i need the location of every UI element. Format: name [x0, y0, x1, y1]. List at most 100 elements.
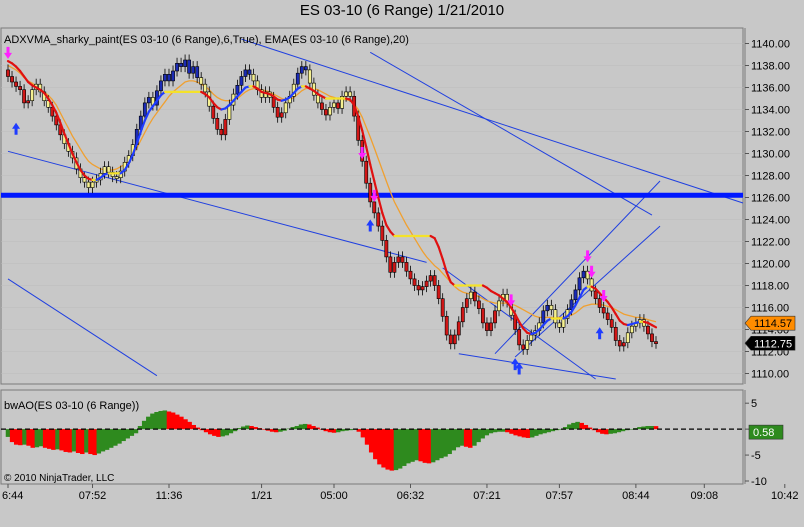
oscillator-bar	[410, 429, 415, 462]
price-bar	[271, 97, 276, 108]
oscillator-bar	[5, 429, 11, 437]
time-tick-label: 11:36	[156, 490, 183, 502]
oscillator-bar	[393, 429, 399, 471]
oscillator-bar	[121, 429, 126, 442]
oscillator-bar	[71, 429, 77, 452]
price-bar	[203, 83, 208, 93]
price-bar	[392, 262, 397, 273]
price-bar	[316, 94, 320, 104]
time-tick-label: 06:32	[397, 490, 425, 502]
oscillator-bar	[406, 429, 411, 464]
oscillator-bar	[377, 429, 382, 465]
price-bar	[521, 344, 526, 350]
oscillator-bar	[183, 419, 188, 430]
price-bar	[179, 62, 183, 67]
oscillator-bar	[509, 429, 514, 434]
price-bar	[460, 307, 465, 323]
price-marker-label: 1112.75	[754, 338, 792, 350]
price-bar	[183, 59, 187, 67]
chart-canvas[interactable]: 1140.00 1138.00 1136.00 1134.00 1132.00 1130.…	[0, 0, 804, 527]
price-bar	[444, 315, 449, 336]
price-bar	[456, 321, 461, 336]
price-bar	[593, 290, 598, 299]
price-bar	[307, 69, 312, 84]
oscillator-bar	[480, 429, 485, 439]
oscillator-bar	[521, 429, 527, 438]
price-bar	[400, 256, 405, 263]
oscillator-bar	[9, 429, 15, 443]
price-bar	[408, 270, 413, 280]
oscillator-bar	[104, 429, 110, 450]
price-bar	[348, 91, 353, 97]
price-bar	[497, 300, 501, 312]
price-bar	[573, 289, 578, 301]
time-tick-label: 07:52	[79, 490, 107, 502]
oscillator-bar	[401, 429, 407, 466]
price-bar	[404, 262, 409, 272]
price-bar	[485, 322, 489, 331]
price-bar	[380, 225, 385, 241]
price-bar	[26, 100, 31, 104]
oscillator-bar	[529, 429, 535, 438]
oscillator-bar	[100, 429, 106, 452]
oscillator-bar	[571, 422, 576, 430]
price-bar	[472, 291, 477, 302]
oscillator-bar	[608, 429, 613, 434]
oscillator-bar	[418, 429, 424, 462]
price-bar	[295, 72, 300, 85]
price-bar	[440, 298, 445, 317]
price-bar	[376, 212, 381, 227]
price-bar	[545, 304, 550, 312]
price-bar	[646, 325, 650, 335]
oscillator-bar	[51, 429, 56, 450]
oscillator-bar	[129, 429, 135, 436]
price-tick-label: 1116.00	[751, 303, 789, 315]
oscillator-bar	[484, 429, 490, 436]
price-indicator-label: ADXVMA_sharky_paint(ES 03-10 (6 Range),6…	[4, 34, 409, 46]
oscillator-bar	[125, 429, 130, 439]
oscillator-bar	[133, 429, 139, 434]
time-tick-label: 07:21	[473, 490, 501, 502]
price-bar	[251, 74, 256, 82]
time-tick-label: 6:44	[2, 490, 23, 502]
price-bar	[18, 86, 22, 91]
oscillator-bar	[42, 429, 48, 448]
oscillator-bar	[80, 429, 85, 455]
oscillator-bar	[476, 429, 481, 443]
price-tick-label: 1118.00	[751, 281, 789, 293]
price-bar	[146, 97, 151, 104]
oscillator-bar	[96, 429, 102, 454]
price-bar	[275, 107, 280, 118]
price-bar	[344, 91, 348, 97]
price-bar	[493, 310, 497, 324]
price-bar	[90, 181, 95, 188]
price-bar	[420, 286, 425, 291]
price-bar	[239, 76, 244, 86]
price-bar	[396, 256, 401, 263]
oscillator-bar	[360, 429, 366, 438]
oscillator-bar	[579, 422, 584, 430]
oscillator-bar	[472, 429, 477, 446]
oscillator-bar	[298, 424, 304, 430]
price-bar	[199, 77, 204, 85]
price-bar	[364, 160, 369, 184]
price-bar	[517, 329, 522, 346]
price-bar	[14, 81, 18, 87]
oscillator-bar	[426, 429, 432, 464]
oscillator-bar	[67, 429, 73, 453]
oscillator-bar	[22, 429, 27, 445]
oscillator-bar	[117, 429, 122, 444]
oscillator-bar	[18, 429, 23, 446]
price-bar	[577, 277, 582, 291]
price-bar	[167, 74, 171, 82]
price-bar	[86, 181, 91, 188]
oscillator-bar	[434, 429, 440, 461]
price-bar	[589, 278, 594, 292]
oscillator-bar	[30, 429, 36, 448]
price-bar	[452, 334, 457, 345]
oscillator-bar	[162, 410, 168, 430]
oscillator-bar	[443, 429, 448, 457]
price-bar	[368, 182, 373, 203]
price-bar	[654, 341, 658, 344]
oscillator-bar	[113, 429, 118, 446]
